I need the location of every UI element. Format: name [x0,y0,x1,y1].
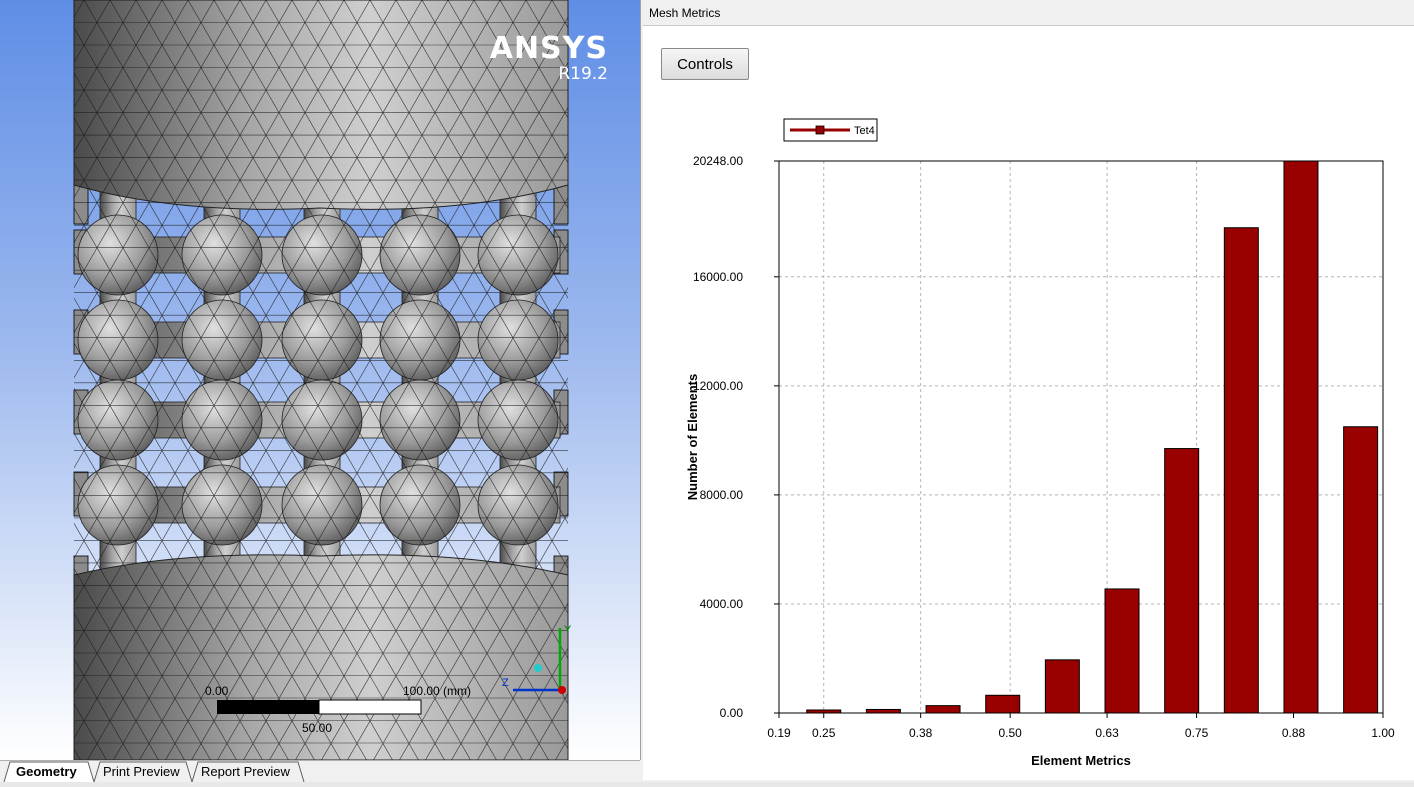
x-tick-label: 0.38 [909,726,933,740]
bar [1283,160,1319,714]
tab-print-preview[interactable]: Print Preview [99,763,184,781]
y-axis-title: Number of Elements [685,374,700,500]
triad-x-dot [558,686,566,694]
x-tick-label: 0.63 [1095,726,1119,740]
lattice-node [181,464,263,546]
lattice-node [181,214,263,296]
y-tick-label: 4000.00 [700,597,744,611]
lattice-node [77,214,159,296]
scale-start-label: 0.00 [205,684,229,698]
y-tick-label: 0.00 [720,706,744,720]
x-tick-label: 0.75 [1185,726,1209,740]
ansys-logo: ANSYS R19.2 [490,34,608,83]
bar [865,708,901,714]
scale-end-label: 100.00 (mm) [403,684,472,698]
x-tick-label: 0.50 [998,726,1022,740]
lattice-node [477,299,559,381]
y-tick-label: 16000.00 [693,270,743,284]
tab-outlines [3,761,305,783]
y-tick-label: 8000.00 [700,488,744,502]
lattice-node [77,464,159,546]
bar [1164,448,1200,714]
x-axis-title: Element Metrics [1031,753,1131,768]
scale-mid-label: 50.00 [302,721,333,735]
mesh-metrics-panel: Mesh Metrics Controls 0.19 0.25 0.38 0.50 0.… [643,0,1414,780]
axis-y-label: Y [564,624,572,636]
legend-label: Tet4 [854,125,875,137]
x-tick-label: 1.00 [1371,726,1395,740]
lattice-node [181,299,263,381]
x-tick-label: 0.25 [812,726,836,740]
lattice-node [281,214,363,296]
bar [985,694,1021,714]
lattice-node [379,379,461,461]
y-tick-label: 20248.00 [693,154,743,168]
triad-iso-dot [534,664,542,672]
legend-marker [815,125,825,135]
bar [1223,227,1259,714]
lattice-node [77,299,159,381]
x-tick-label: 0.19 [767,726,791,740]
tab-report-preview[interactable]: Report Preview [197,763,294,781]
tab-geometry[interactable]: Geometry [12,763,81,781]
geometry-viewport[interactable]: ANSYS R19.2 0.00 100.00 (mm) 50.00 Z Y [0,0,641,760]
bar [925,705,961,714]
mesh-model[interactable] [0,0,640,760]
axis-z-label: Z [502,677,509,689]
viewport-tabs: Geometry Print Preview Report Preview [0,760,640,783]
scale-bar-black [217,700,319,714]
lattice-node [477,214,559,296]
x-tick-label: 0.88 [1282,726,1306,740]
brand-name: ANSYS [489,31,608,66]
lattice-node [281,464,363,546]
lattice-node [379,464,461,546]
bar [1343,426,1379,714]
scale-bar-white [318,699,422,715]
bar [1104,588,1140,714]
brand-version: R19.2 [558,64,608,84]
lattice-node [379,214,461,296]
lattice-node [477,464,559,546]
status-strip [0,782,1414,787]
bar [1044,659,1080,714]
lattice-node [281,379,363,461]
mesh-metrics-chart: 0.19 0.25 0.38 0.50 0.63 0.75 0.88 1.00 0.00 4000… [685,118,1395,768]
y-tick-label: 12000.00 [693,379,743,393]
